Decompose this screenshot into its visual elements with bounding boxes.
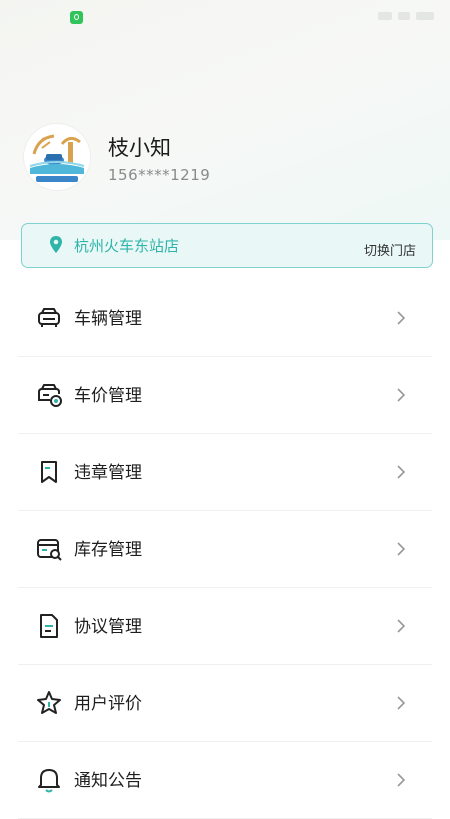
current-store-card[interactable]: 杭州火车东站店 切换门店 [21,223,433,268]
chevron-right-icon [397,311,406,325]
menu-label: 协议管理 [74,617,142,637]
bell-icon [38,769,60,793]
management-menu: 车辆管理 车价管理 违章管理 库存管理 协议管理 用户评价 通知公告 [0,280,450,819]
battery-icon [416,12,434,20]
chevron-right-icon [397,465,406,479]
menu-label: 车辆管理 [74,309,142,329]
chevron-right-icon [397,619,406,633]
menu-item-vehicle[interactable]: 车辆管理 [0,280,450,357]
menu-label: 库存管理 [74,540,142,560]
beach-logo-icon [24,124,90,190]
menu-item-agreement[interactable]: 协议管理 [0,588,450,665]
switch-store-button[interactable]: 切换门店 [364,240,416,259]
menu-item-reviews[interactable]: 用户评价 [0,665,450,742]
user-profile[interactable]: 枝小知 156****1219 [24,124,424,194]
star-icon [37,691,61,714]
chevron-right-icon [397,388,406,402]
chevron-right-icon [397,696,406,710]
car-icon [38,308,60,327]
store-name: 杭州火车东站店 [74,237,180,255]
menu-item-inventory[interactable]: 库存管理 [0,511,450,588]
user-phone: 156****1219 [108,166,211,184]
chevron-right-icon [397,773,406,787]
menu-item-notice[interactable]: 通知公告 [0,742,450,819]
location-pin-icon [50,236,62,253]
chevron-right-icon [397,542,406,556]
bookmark-icon [41,461,57,483]
avatar[interactable] [24,124,90,190]
menu-label: 违章管理 [74,463,142,483]
status-indicators [378,12,434,20]
signal-icon [378,12,392,20]
document-icon [40,614,58,638]
menu-label: 车价管理 [74,386,142,406]
menu-label: 通知公告 [74,771,142,791]
car-price-icon [38,384,62,407]
inventory-icon [37,539,62,561]
app-notification-icon [70,11,83,24]
user-name: 枝小知 [108,136,171,160]
menu-label: 用户评价 [74,694,142,714]
wifi-icon [398,12,410,20]
menu-item-car-price[interactable]: 车价管理 [0,357,450,434]
status-bar [0,0,450,34]
menu-item-violation[interactable]: 违章管理 [0,434,450,511]
header-background [0,0,450,240]
